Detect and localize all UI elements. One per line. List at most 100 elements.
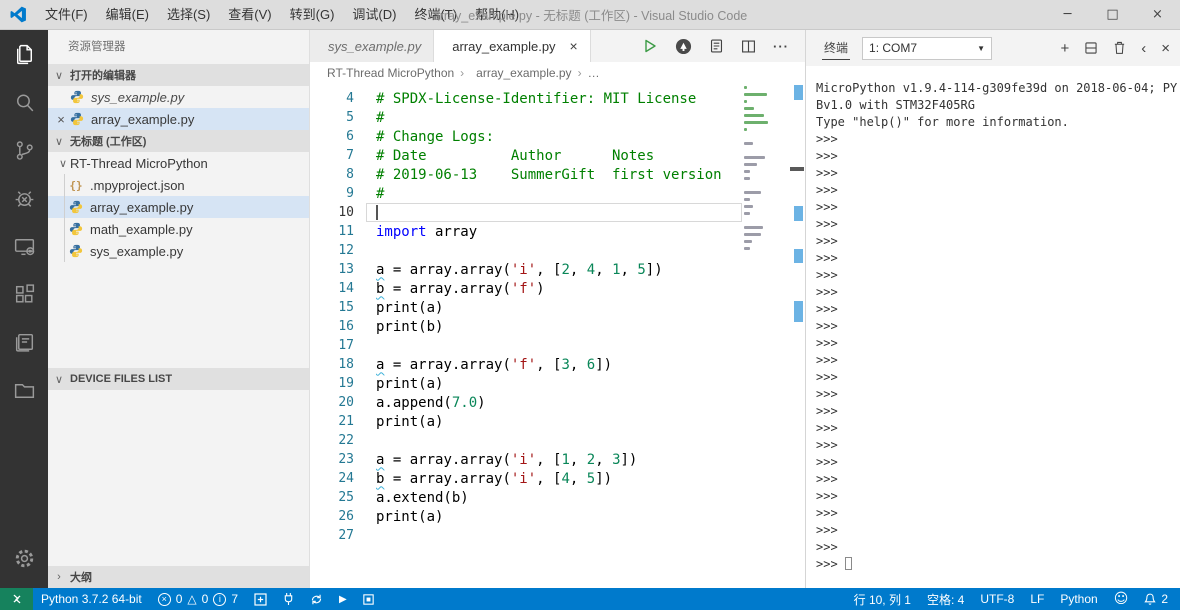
- tree-file-item[interactable]: array_example.py: [48, 196, 309, 218]
- code-line[interactable]: 25 a.extend(b): [310, 488, 805, 507]
- activitybar-search-icon[interactable]: [0, 78, 48, 126]
- code-editor[interactable]: 3#4# SPDX-License-Identifier: MIT Licens…: [310, 84, 805, 588]
- code-line[interactable]: 20 a.append(7.0): [310, 393, 805, 412]
- code-line[interactable]: 12: [310, 241, 805, 260]
- terminal-panel: 终端 1: COM7 ▼ + ‹ × MicroPython v1.9.4-11…: [805, 30, 1180, 588]
- code-line[interactable]: 13 a = array.array('i', [2, 4, 1, 5]): [310, 260, 805, 279]
- maximize-icon[interactable]: □: [1090, 0, 1135, 30]
- tab-sys-example[interactable]: sys_example.py: [310, 30, 435, 62]
- device-connect-button[interactable]: [275, 588, 302, 610]
- terminal-output[interactable]: MicroPython v1.9.4-114-g309fe39d on 2018…: [806, 66, 1180, 588]
- close-tab-icon[interactable]: ×: [570, 38, 578, 54]
- code-line[interactable]: 22: [310, 431, 805, 450]
- code-line[interactable]: 17: [310, 336, 805, 355]
- language-mode-status[interactable]: Python: [1052, 588, 1105, 610]
- chevron-left-icon[interactable]: ‹: [1141, 41, 1146, 56]
- run-status-button[interactable]: ▶: [331, 588, 355, 610]
- problems-status[interactable]: × 0 △ 0 i 7: [150, 588, 246, 610]
- minimap-line: [744, 121, 768, 124]
- split-terminal-button[interactable]: [1084, 41, 1098, 55]
- feedback-smiley-icon[interactable]: ☺: [1106, 588, 1137, 610]
- close-file-icon[interactable]: ×: [53, 112, 69, 127]
- activitybar-extensions-icon[interactable]: [0, 270, 48, 318]
- code-line[interactable]: 19 print(a): [310, 374, 805, 393]
- section-workspace[interactable]: ∨ 无标题 (工作区): [48, 130, 309, 152]
- code-line[interactable]: 15 print(a): [310, 298, 805, 317]
- kill-terminal-button[interactable]: [1113, 41, 1126, 55]
- terminal-prompt-line: >>>: [816, 455, 838, 469]
- code-line[interactable]: 10: [310, 203, 805, 222]
- run-file-button[interactable]: [642, 38, 658, 54]
- text-cursor: [376, 205, 378, 220]
- split-editor-button[interactable]: [741, 39, 756, 54]
- menu-item-0[interactable]: 文件(F): [36, 0, 97, 30]
- rt-thread-download-button[interactable]: [675, 38, 692, 55]
- cursor-position-status[interactable]: 行 10, 列 1: [846, 588, 919, 610]
- menu-item-4[interactable]: 转到(G): [281, 0, 344, 30]
- stop-status-button[interactable]: [355, 588, 382, 610]
- new-project-button[interactable]: [246, 588, 275, 610]
- code-line[interactable]: 6 # Change Logs:: [310, 127, 805, 146]
- line-text: print(a): [376, 508, 444, 525]
- activitybar-source-control-icon[interactable]: [0, 126, 48, 174]
- terminal-selector[interactable]: 1: COM7 ▼: [862, 36, 993, 60]
- python-interpreter-status[interactable]: Python 3.7.2 64-bit: [33, 588, 150, 610]
- code-line[interactable]: 16 print(b): [310, 317, 805, 336]
- section-device-files[interactable]: ∨ DEVICE FILES LIST: [48, 368, 309, 390]
- tree-file-item[interactable]: math_example.py: [48, 218, 309, 240]
- code-line[interactable]: 11 import array: [310, 222, 805, 241]
- tab-terminal[interactable]: 终端: [822, 36, 851, 60]
- tree-file-item[interactable]: {} .mpyproject.json: [48, 174, 309, 196]
- tree-file-item[interactable]: sys_example.py: [48, 240, 309, 262]
- code-line[interactable]: 18 a = array.array('f', [3, 6]): [310, 355, 805, 374]
- menu-item-7[interactable]: 帮助(H): [466, 0, 528, 30]
- activitybar-settings-icon[interactable]: [0, 534, 48, 582]
- code-line[interactable]: 26 print(a): [310, 507, 805, 526]
- code-line[interactable]: 9 #: [310, 184, 805, 203]
- code-line[interactable]: 24 b = array.array('i', [4, 5]): [310, 469, 805, 488]
- notifications-bell[interactable]: 2: [1136, 588, 1180, 610]
- sync-to-device-button[interactable]: [709, 38, 724, 54]
- activitybar-explorer-icon[interactable]: [0, 30, 48, 78]
- activity-bar: [0, 30, 48, 588]
- activitybar-remote-device-icon[interactable]: [0, 222, 48, 270]
- tree-folder-rt-thread[interactable]: ∨ RT-Thread MicroPython: [48, 152, 309, 174]
- line-text: # Date Author Notes: [376, 147, 655, 164]
- panel-header: 终端 1: COM7 ▼ + ‹ ×: [806, 30, 1180, 66]
- menu-item-5[interactable]: 调试(D): [343, 0, 405, 30]
- code-line[interactable]: 5 #: [310, 108, 805, 127]
- activitybar-project-notes-icon[interactable]: [0, 318, 48, 366]
- overview-ruler[interactable]: [790, 84, 804, 588]
- more-actions-button[interactable]: ···: [773, 39, 789, 54]
- close-window-icon[interactable]: ×: [1135, 0, 1180, 30]
- close-panel-icon[interactable]: ×: [1161, 41, 1170, 56]
- minimize-icon[interactable]: ─: [1045, 0, 1090, 30]
- code-line[interactable]: 23 a = array.array('i', [1, 2, 3]): [310, 450, 805, 469]
- code-line[interactable]: 27: [310, 526, 805, 545]
- breadcrumb[interactable]: RT-Thread MicroPython › array_example.py…: [310, 62, 805, 84]
- chevron-down-icon: ∨: [54, 373, 64, 386]
- encoding-status[interactable]: UTF-8: [972, 588, 1022, 610]
- tab-array-example[interactable]: array_example.py ×: [434, 30, 591, 62]
- code-line[interactable]: 14 b = array.array('f'): [310, 279, 805, 298]
- activitybar-folder-icon[interactable]: [0, 366, 48, 414]
- eol-status[interactable]: LF: [1022, 588, 1052, 610]
- code-line[interactable]: 8 # 2019-06-13 SummerGift first version: [310, 165, 805, 184]
- menu-item-3[interactable]: 查看(V): [219, 0, 280, 30]
- remote-indicator[interactable]: [0, 588, 33, 610]
- sync-button[interactable]: [302, 588, 331, 610]
- open-editor-item[interactable]: ×sys_example.py: [48, 86, 309, 108]
- menu-item-2[interactable]: 选择(S): [158, 0, 219, 30]
- indentation-status[interactable]: 空格: 4: [919, 588, 972, 610]
- code-line[interactable]: 4 # SPDX-License-Identifier: MIT License: [310, 89, 805, 108]
- code-line[interactable]: 21 print(a): [310, 412, 805, 431]
- menu-item-6[interactable]: 终端(T): [405, 0, 466, 30]
- menu-item-1[interactable]: 编辑(E): [97, 0, 158, 30]
- code-line[interactable]: 7 # Date Author Notes: [310, 146, 805, 165]
- section-outline[interactable]: › 大纲: [48, 566, 309, 588]
- activitybar-debug-icon[interactable]: [0, 174, 48, 222]
- open-editor-item[interactable]: × array_example.py: [48, 108, 309, 130]
- section-open-editors[interactable]: ∨ 打开的编辑器: [48, 64, 309, 86]
- new-terminal-button[interactable]: +: [1060, 41, 1069, 56]
- line-number: 9: [346, 186, 354, 201]
